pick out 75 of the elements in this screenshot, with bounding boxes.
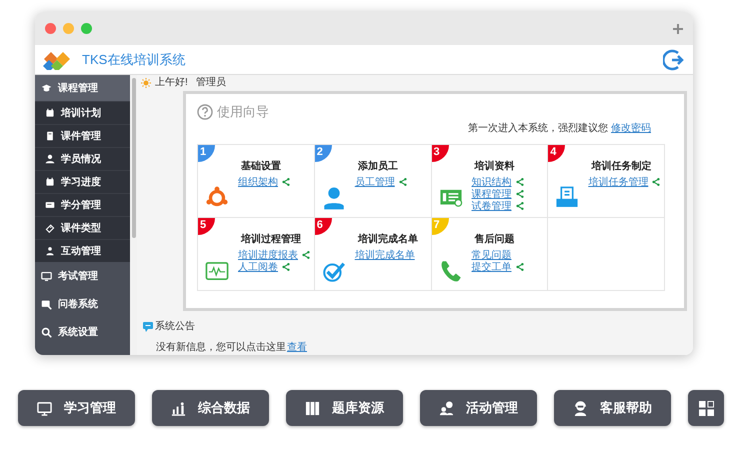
nav-button[interactable]: 活动管理: [420, 390, 537, 426]
change-password-link[interactable]: 修改密码: [611, 121, 651, 136]
step-link[interactable]: 员工管理: [354, 176, 395, 188]
notice-text: 第一次进入本系统，强烈建议您: [468, 122, 608, 136]
sidebar-scrollbar[interactable]: [130, 75, 137, 355]
sidebar-item[interactable]: 学习进度: [35, 170, 130, 193]
sun-icon: [141, 78, 151, 88]
headset-person-icon: [573, 400, 588, 416]
share-icon[interactable]: [398, 178, 407, 186]
step-link[interactable]: 人工阅卷: [238, 262, 278, 273]
step-link[interactable]: 课程管理: [472, 188, 512, 200]
sidebar-item[interactable]: 课件管理: [35, 124, 130, 147]
nav-button[interactable]: 学习管理: [18, 390, 135, 426]
card-icon: [45, 200, 55, 210]
tag-icon: [45, 223, 55, 233]
step-title: 基础设置: [241, 160, 282, 174]
step-number: 2: [314, 144, 332, 162]
share-icon[interactable]: [516, 190, 524, 198]
share-icon[interactable]: [282, 178, 290, 186]
step-link[interactable]: 培训完成名单: [354, 250, 415, 261]
step-title: 售后问题: [474, 232, 516, 247]
calendar-icon: [45, 108, 55, 118]
step-number: 3: [432, 144, 448, 162]
calendar-icon: [45, 177, 55, 187]
sidebar-item[interactable]: 学分管理: [35, 193, 130, 216]
share-icon[interactable]: [516, 202, 524, 210]
plus-icon[interactable]: [673, 24, 683, 34]
announcement-title: 系统公告: [155, 320, 195, 334]
step-link[interactable]: 知识结构: [472, 176, 512, 188]
sidebar-item[interactable]: 课件类型: [35, 216, 130, 239]
user-name: 管理员: [196, 76, 226, 90]
sidebar-item[interactable]: 培训计划: [35, 101, 130, 124]
step-link[interactable]: 常见问题: [472, 250, 512, 261]
step-title: 培训任务制定: [591, 159, 652, 174]
step-link[interactable]: 试卷管理: [472, 200, 512, 212]
step-title: 培训资料: [474, 159, 516, 174]
step-number: 1: [198, 144, 215, 162]
cap-icon: [41, 82, 52, 94]
logout-icon[interactable]: [663, 48, 685, 70]
step-number: 4: [548, 144, 566, 162]
step-title: 培训完成名单: [358, 232, 418, 247]
announcement-message: 没有新信息，您可以点击这里: [156, 340, 286, 355]
nav-button[interactable]: 客服帮助: [554, 390, 671, 426]
binders-icon: [305, 400, 320, 416]
view-link[interactable]: 查看: [287, 340, 307, 355]
nav-button[interactable]: 题库资源: [286, 390, 403, 426]
step-link[interactable]: 培训任务管理: [588, 176, 648, 188]
sidebar-group[interactable]: 课程管理: [35, 75, 130, 101]
question-icon: [197, 104, 213, 120]
step-title: 培训过程管理: [241, 232, 302, 247]
share-icon[interactable]: [516, 178, 524, 186]
chat-icon: [143, 322, 153, 332]
share-icon[interactable]: [302, 251, 310, 260]
greeting-text: 上午好!: [155, 76, 188, 90]
people-chat-icon: [439, 400, 454, 416]
document-icon: [45, 131, 55, 141]
grid-icon: [698, 400, 714, 416]
guide-title: 使用向导: [217, 103, 269, 122]
share-icon[interactable]: [652, 178, 660, 186]
step-title: 添加员工: [358, 160, 399, 174]
grid-menu-button[interactable]: [688, 390, 724, 426]
maximize-button[interactable]: [81, 23, 92, 34]
sidebar-item[interactable]: 学员情况: [35, 147, 130, 170]
app-title: TKS在线培训系统: [82, 50, 186, 69]
step-link[interactable]: 组织架构: [238, 176, 278, 188]
step-link[interactable]: 培训进度报表: [238, 250, 298, 261]
bar-chart-icon: [171, 400, 186, 416]
close-button[interactable]: [45, 23, 56, 34]
step-link[interactable]: 提交工单: [472, 262, 512, 273]
person-icon: [45, 154, 55, 164]
share-icon[interactable]: [282, 263, 290, 272]
share-icon[interactable]: [516, 263, 524, 272]
nav-button[interactable]: 综合数据: [152, 390, 269, 426]
sidebar-item[interactable]: 互动管理: [35, 239, 130, 262]
step-number: 5: [198, 218, 215, 235]
